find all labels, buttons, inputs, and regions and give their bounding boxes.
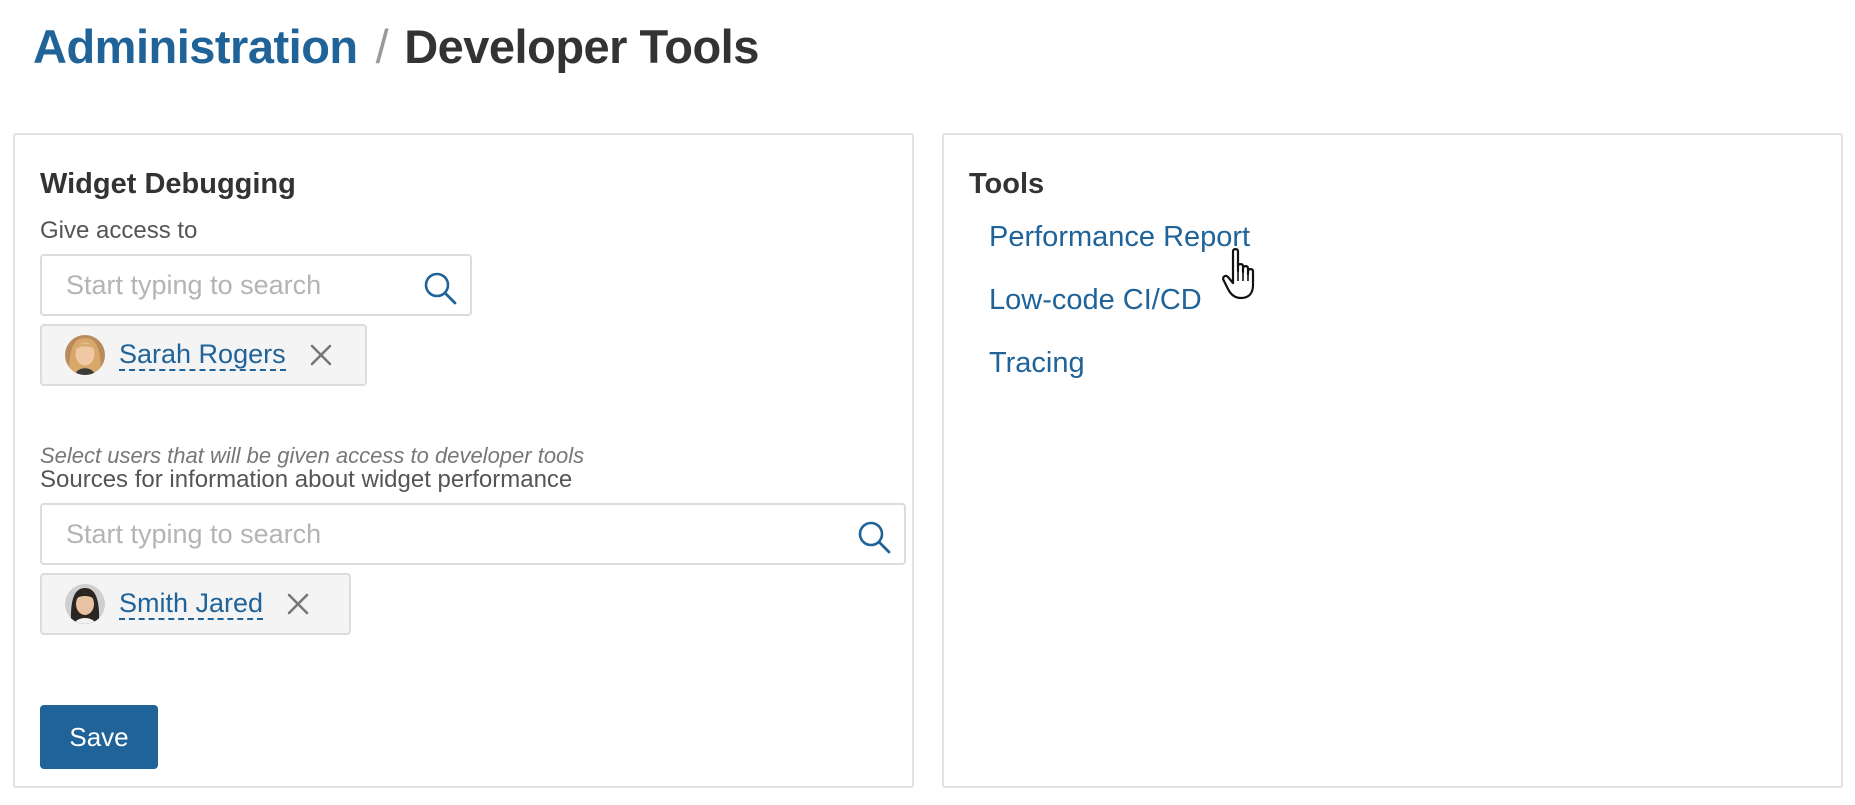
search-icon[interactable] <box>422 270 458 306</box>
give-access-search-input[interactable] <box>42 256 470 314</box>
search-icon[interactable] <box>856 519 892 555</box>
tools-title: Tools <box>969 168 1045 200</box>
sources-search-input[interactable] <box>42 505 904 563</box>
breadcrumb: Administration / Developer Tools <box>33 14 759 78</box>
avatar <box>65 335 105 375</box>
selected-user-chip: Sarah Rogers <box>40 324 367 386</box>
save-button[interactable]: Save <box>40 705 158 769</box>
close-icon[interactable] <box>308 342 334 368</box>
breadcrumb-separator: / <box>375 19 389 73</box>
sources-label: Sources for information about widget per… <box>40 466 573 493</box>
tool-link-low-code-ci-cd[interactable]: Low-code CI/CD <box>989 284 1202 317</box>
tool-link-performance-report[interactable]: Performance Report <box>989 221 1250 254</box>
page-title: Developer Tools <box>404 19 759 73</box>
tools-panel: Tools Performance Report Low-code CI/CD … <box>942 133 1843 788</box>
give-access-label: Give access to <box>40 217 198 244</box>
sources-search-box <box>40 503 906 565</box>
selected-user-chip: Smith Jared <box>40 573 351 635</box>
give-access-search-box <box>40 254 472 316</box>
tool-link-tracing[interactable]: Tracing <box>989 347 1085 380</box>
widget-debugging-panel: Widget Debugging Give access to Sarah Ro… <box>13 133 914 788</box>
close-icon[interactable] <box>285 591 311 617</box>
breadcrumb-administration-link[interactable]: Administration <box>33 19 358 74</box>
widget-debugging-title: Widget Debugging <box>40 168 296 200</box>
selected-user-name[interactable]: Smith Jared <box>119 588 264 620</box>
avatar <box>65 584 105 624</box>
selected-user-name[interactable]: Sarah Rogers <box>119 339 286 371</box>
